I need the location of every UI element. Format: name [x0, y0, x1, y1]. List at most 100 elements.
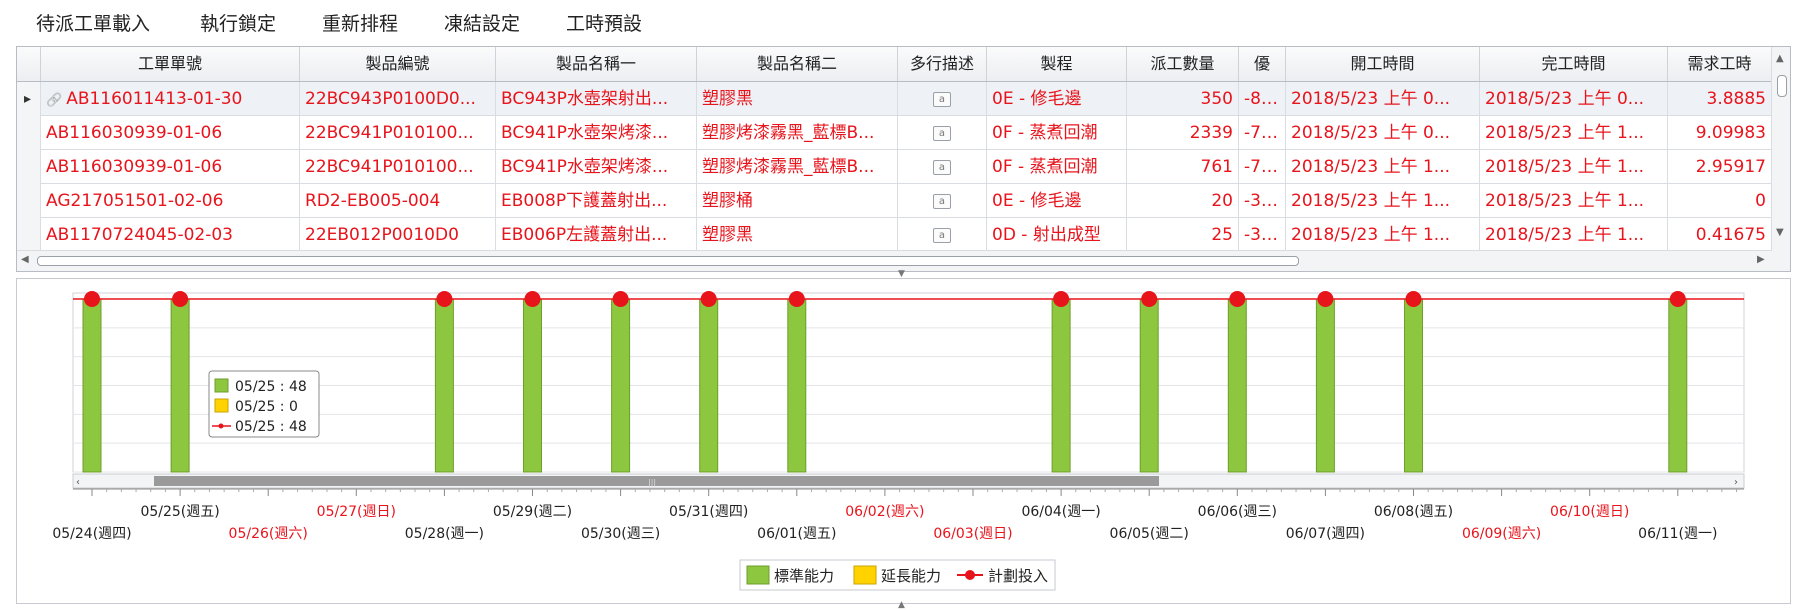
column-header-priority[interactable]: 優: [1239, 47, 1286, 81]
column-header-required-hours[interactable]: 需求工時: [1668, 47, 1772, 81]
cell-required-hours[interactable]: 2.95917: [1668, 150, 1772, 184]
planned-point-14[interactable]: [1317, 291, 1334, 307]
cell-required-hours[interactable]: 3.8885: [1668, 82, 1772, 116]
cell-product-no[interactable]: RD2-EB005-004: [300, 184, 496, 218]
cell-required-hours[interactable]: 0: [1668, 184, 1772, 218]
cell-priority[interactable]: -834: [1239, 82, 1286, 116]
range-left-arrow-icon[interactable]: ‹: [76, 477, 80, 488]
cell-process[interactable]: 0D - 射出成型: [987, 218, 1127, 250]
memo-icon[interactable]: a: [933, 125, 951, 141]
bar-standard-7[interactable]: [699, 298, 719, 473]
cell-process[interactable]: 0F - 蒸煮回潮: [987, 150, 1127, 184]
legend-extended-label[interactable]: 延長能力: [881, 567, 941, 585]
planned-point-6[interactable]: [612, 291, 629, 307]
cell-product-no[interactable]: 22BC941P010100...: [300, 116, 496, 150]
legend-planned-dot[interactable]: [965, 570, 975, 580]
planned-point-4[interactable]: [436, 291, 453, 307]
cell-product-name-1[interactable]: EB006P左護蓋射出...: [496, 218, 697, 250]
cell-priority[interactable]: -773: [1239, 116, 1286, 150]
cell-start-time[interactable]: 2018/5/23 上午 0...: [1286, 82, 1480, 116]
cell-product-name-2[interactable]: 塑膠烤漆霧黑_藍標B...: [697, 116, 898, 150]
column-header-process[interactable]: 製程: [987, 47, 1127, 81]
scroll-up-icon[interactable]: ▲: [1776, 53, 1784, 64]
planned-point-13[interactable]: [1229, 291, 1246, 307]
scroll-left-icon[interactable]: ◀: [21, 254, 29, 265]
grid-vertical-scroll-thumb[interactable]: [1777, 75, 1787, 97]
splitter-handle[interactable]: ▼: [0, 270, 1803, 279]
legend-standard-swatch[interactable]: [746, 565, 770, 585]
cell-priority[interactable]: -373: [1239, 184, 1286, 218]
column-header-order-no[interactable]: 工單單號: [41, 47, 300, 81]
cell-process[interactable]: 0E - 修毛邊: [987, 184, 1127, 218]
cell-description[interactable]: a: [898, 116, 987, 150]
cell-description[interactable]: a: [898, 150, 987, 184]
menu-work-hour-preset[interactable]: 工時預設: [566, 9, 642, 36]
scroll-down-icon[interactable]: ▼: [1776, 227, 1784, 238]
cell-required-hours[interactable]: 0.41675: [1668, 218, 1772, 250]
cell-description[interactable]: a: [898, 184, 987, 218]
planned-point-0[interactable]: [84, 291, 100, 307]
cell-priority[interactable]: -773: [1239, 150, 1286, 184]
bar-standard-12[interactable]: [1139, 298, 1159, 473]
planned-point-12[interactable]: [1141, 291, 1158, 307]
cell-quantity[interactable]: 20: [1127, 184, 1239, 218]
legend-standard-label[interactable]: 標準能力: [774, 567, 834, 585]
bar-standard-13[interactable]: [1227, 298, 1247, 473]
cell-end-time[interactable]: 2018/5/23 上午 0...: [1480, 82, 1668, 116]
memo-icon[interactable]: a: [933, 159, 951, 175]
memo-icon[interactable]: a: [933, 91, 951, 107]
planned-point-1[interactable]: [172, 291, 189, 307]
cell-quantity[interactable]: 761: [1127, 150, 1239, 184]
cell-quantity[interactable]: 25: [1127, 218, 1239, 250]
cell-process[interactable]: 0F - 蒸煮回潮: [987, 116, 1127, 150]
range-right-arrow-icon[interactable]: ›: [1734, 477, 1738, 488]
cell-product-name-1[interactable]: BC941P水壺架烤漆...: [496, 116, 697, 150]
cell-description[interactable]: a: [898, 82, 987, 116]
menu-freeze-settings[interactable]: 凍結設定: [444, 9, 520, 36]
cell-product-no[interactable]: 22BC941P010100...: [300, 150, 496, 184]
bar-standard-15[interactable]: [1404, 298, 1423, 473]
bar-standard-0[interactable]: [82, 298, 102, 473]
table-row[interactable]: ▸ 🔗 AB116011413-01-30 22BC943P0100D0... BC94…: [17, 82, 1790, 116]
cell-end-time[interactable]: 2018/5/23 上午 1...: [1480, 116, 1668, 150]
cell-product-name-1[interactable]: EB008P下護蓋射出...: [496, 184, 697, 218]
column-header-quantity[interactable]: 派工數量: [1127, 47, 1239, 81]
column-header-product-name-2[interactable]: 製品名稱二: [697, 47, 898, 81]
cell-order-no[interactable]: AB1170724045-02-03: [41, 218, 300, 250]
cell-quantity[interactable]: 2339: [1127, 116, 1239, 150]
column-header-product-no[interactable]: 製品編號: [300, 47, 496, 81]
row-indicator[interactable]: [17, 116, 41, 150]
bar-standard-5[interactable]: [523, 298, 542, 473]
cell-product-name-2[interactable]: 塑膠桶: [697, 184, 898, 218]
cell-description[interactable]: a: [898, 218, 987, 250]
cell-start-time[interactable]: 2018/5/23 上午 0...: [1286, 116, 1480, 150]
cell-end-time[interactable]: 2018/5/23 上午 1...: [1480, 150, 1668, 184]
bar-standard-18[interactable]: [1668, 298, 1688, 473]
cell-product-no[interactable]: 22BC943P0100D0...: [300, 82, 496, 116]
bar-standard-11[interactable]: [1051, 298, 1071, 473]
scroll-right-icon[interactable]: ▶: [1757, 254, 1765, 265]
menu-execute-lock[interactable]: 執行鎖定: [200, 9, 276, 36]
bar-standard-1[interactable]: [170, 298, 190, 473]
cell-product-name-1[interactable]: BC943P水壺架射出...: [496, 82, 697, 116]
planned-point-15[interactable]: [1405, 291, 1422, 307]
cell-end-time[interactable]: 2018/5/23 上午 1...: [1480, 218, 1668, 250]
cell-product-name-2[interactable]: 塑膠烤漆霧黑_藍標B...: [697, 150, 898, 184]
planned-point-7[interactable]: [700, 291, 717, 307]
cell-order-no[interactable]: AB116030939-01-06: [41, 150, 300, 184]
table-row[interactable]: AB116030939-01-06 22BC941P010100... BC941P…: [17, 116, 1790, 150]
bar-standard-8[interactable]: [787, 298, 807, 473]
row-indicator[interactable]: [17, 218, 41, 250]
menu-reschedule[interactable]: 重新排程: [322, 9, 398, 36]
column-header-product-name-1[interactable]: 製品名稱一: [496, 47, 697, 81]
cell-order-no[interactable]: AB116030939-01-06: [41, 116, 300, 150]
column-header-start-time[interactable]: 開工時間: [1286, 47, 1480, 81]
planned-point-5[interactable]: [524, 291, 541, 307]
planned-point-8[interactable]: [788, 291, 805, 307]
menu-load-pending-orders[interactable]: 待派工單載入: [36, 9, 150, 36]
memo-icon[interactable]: a: [933, 193, 951, 209]
cell-process[interactable]: 0E - 修毛邊: [987, 82, 1127, 116]
bar-standard-6[interactable]: [611, 298, 631, 473]
cell-product-no[interactable]: 22EB012P0010D0: [300, 218, 496, 250]
cell-start-time[interactable]: 2018/5/23 上午 1...: [1286, 218, 1480, 250]
